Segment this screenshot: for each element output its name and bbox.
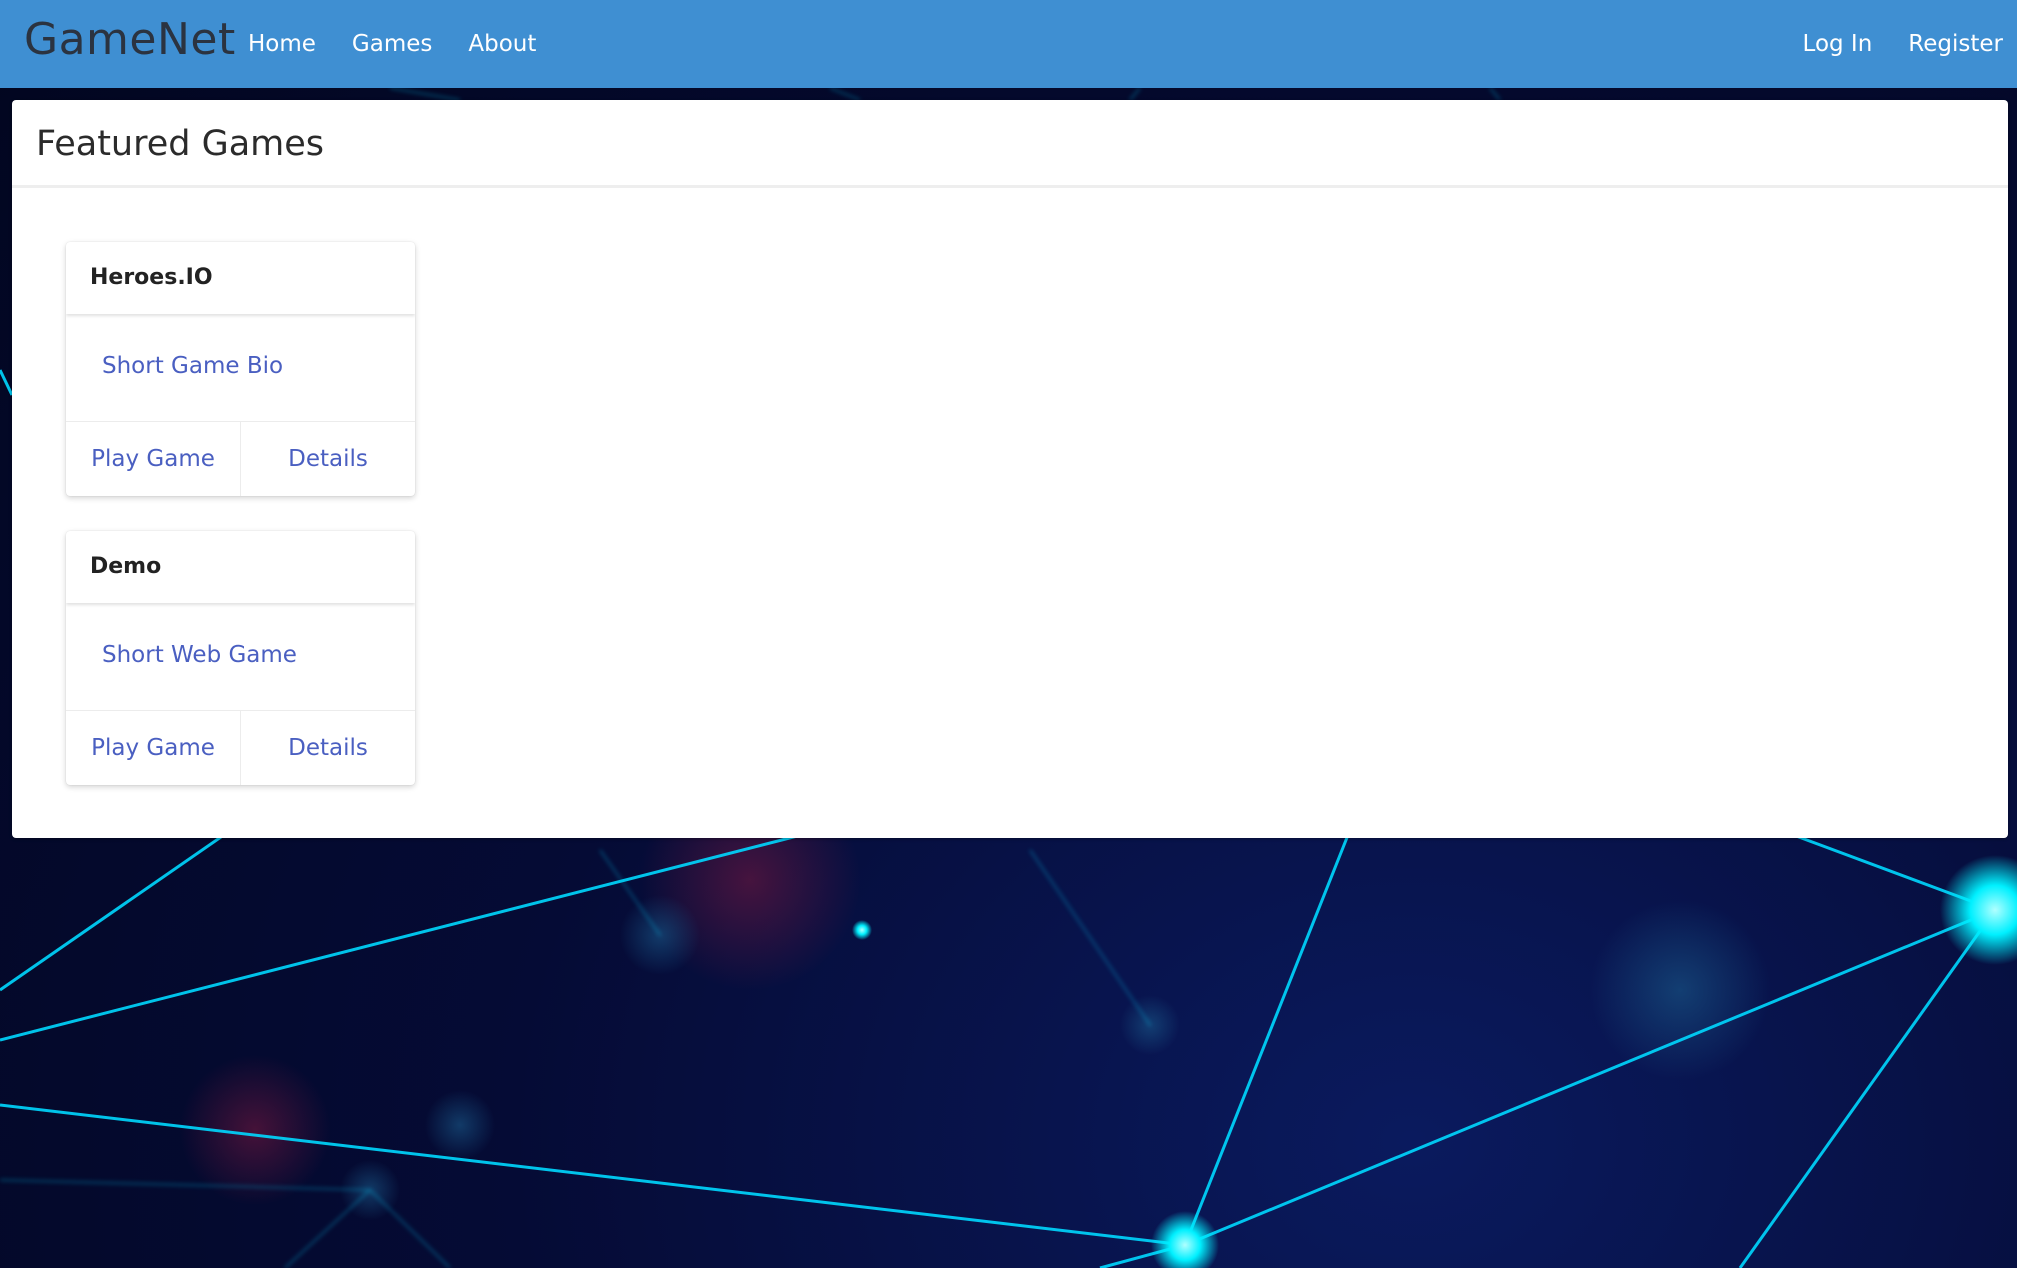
play-game-button[interactable]: Play Game bbox=[66, 422, 240, 496]
nav-link-login[interactable]: Log In bbox=[1803, 26, 1873, 62]
panel-header: Featured Games bbox=[12, 100, 2008, 188]
nav-left-links: Home Games About bbox=[248, 26, 536, 62]
game-card: Heroes.IO Short Game Bio Play Game Detai… bbox=[66, 242, 415, 496]
nav-link-games[interactable]: Games bbox=[352, 26, 432, 62]
brand-logo[interactable]: GameNet bbox=[24, 12, 236, 68]
game-card-header: Heroes.IO bbox=[66, 242, 415, 314]
featured-games-panel: Featured Games Heroes.IO Short Game Bio … bbox=[12, 100, 2008, 838]
page-title: Featured Games bbox=[36, 124, 325, 164]
game-card-actions: Play Game Details bbox=[66, 711, 415, 785]
details-button[interactable]: Details bbox=[240, 422, 415, 496]
game-card-title: Heroes.IO bbox=[90, 265, 213, 290]
game-card: Demo Short Web Game Play Game Details bbox=[66, 531, 415, 785]
game-card-body: Short Game Bio bbox=[66, 314, 415, 422]
nav-link-about[interactable]: About bbox=[468, 26, 536, 62]
game-card-bio[interactable]: Short Game Bio bbox=[102, 350, 283, 382]
game-card-header: Demo bbox=[66, 531, 415, 603]
nav-right-links: Log In Register bbox=[1803, 26, 2003, 62]
nav-link-register[interactable]: Register bbox=[1908, 26, 2003, 62]
top-navbar: GameNet Home Games About Log In Register bbox=[0, 0, 2017, 88]
game-card-actions: Play Game Details bbox=[66, 422, 415, 496]
game-card-body: Short Web Game bbox=[66, 603, 415, 711]
details-button[interactable]: Details bbox=[240, 711, 415, 785]
play-game-button[interactable]: Play Game bbox=[66, 711, 240, 785]
game-card-bio[interactable]: Short Web Game bbox=[102, 639, 297, 671]
nav-link-home[interactable]: Home bbox=[248, 26, 316, 62]
game-card-title: Demo bbox=[90, 554, 162, 579]
